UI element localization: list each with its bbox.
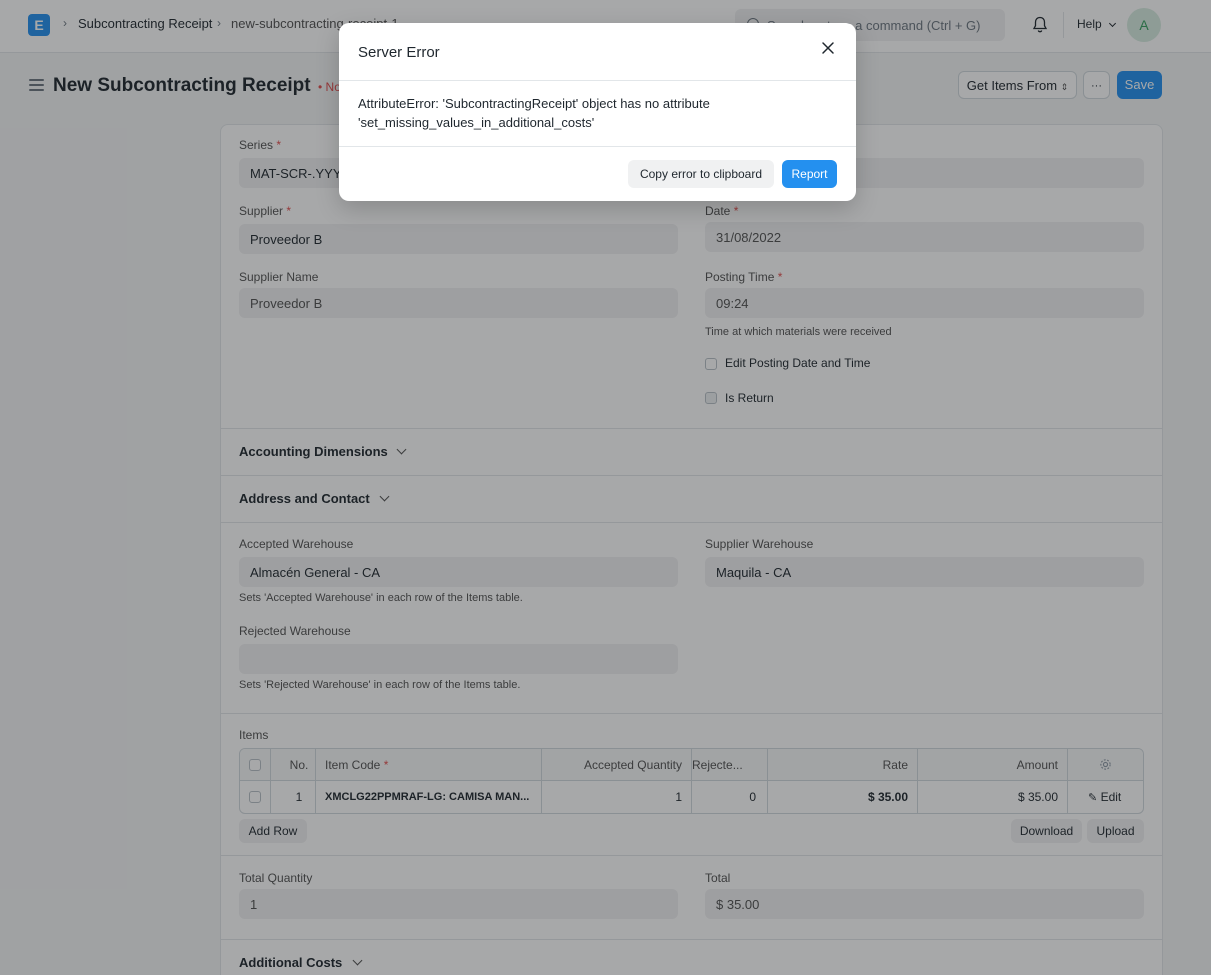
dialog-divider	[339, 146, 856, 147]
dialog-title: Server Error	[358, 44, 440, 61]
server-error-dialog: Server Error AttributeError: 'Subcontrac…	[339, 23, 856, 201]
dialog-divider	[339, 80, 856, 81]
error-message: AttributeError: 'SubcontractingReceipt' …	[358, 96, 710, 130]
report-button[interactable]: Report	[782, 160, 837, 188]
close-icon[interactable]	[821, 41, 835, 55]
copy-error-button[interactable]: Copy error to clipboard	[628, 160, 774, 188]
